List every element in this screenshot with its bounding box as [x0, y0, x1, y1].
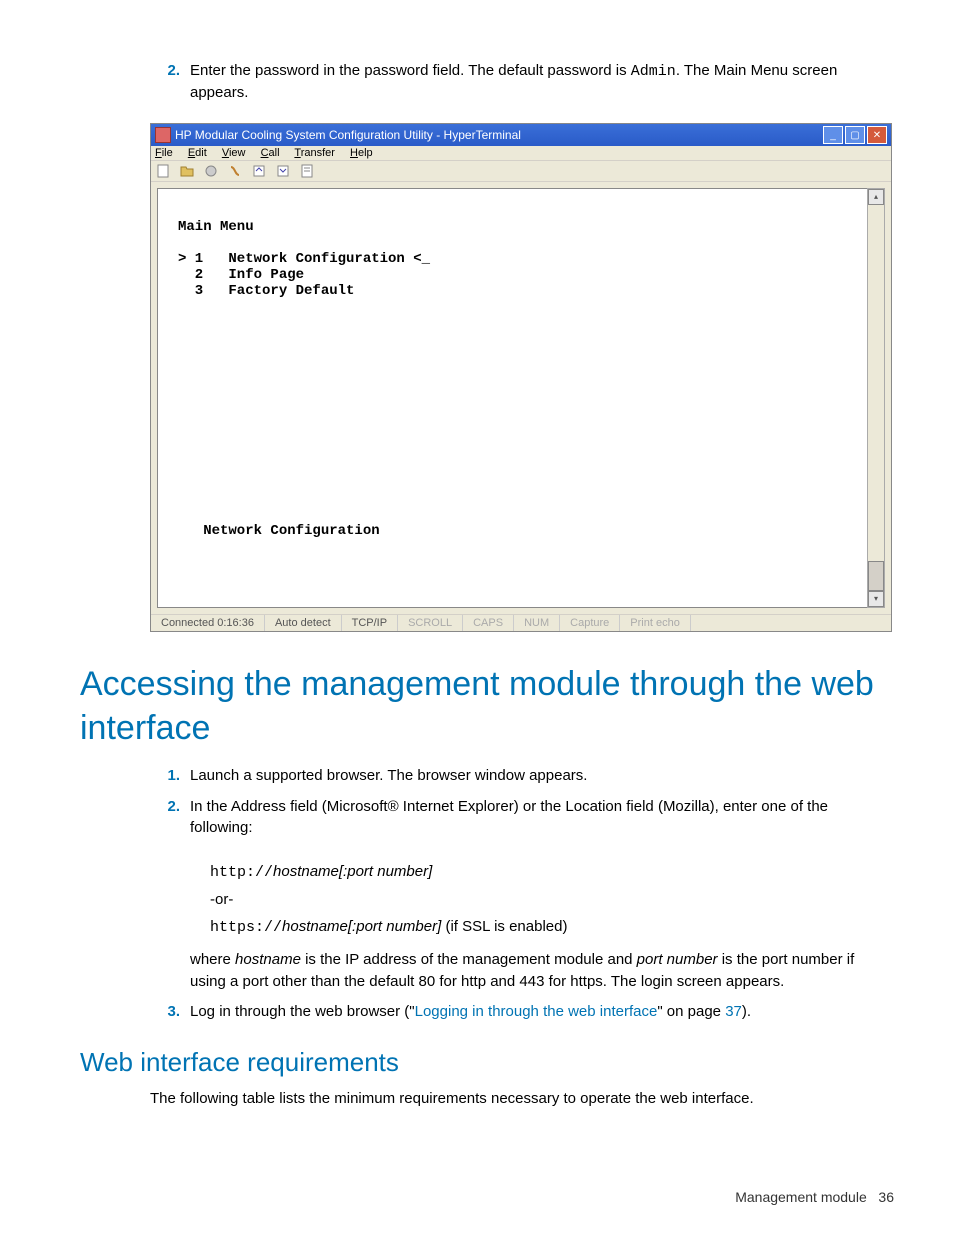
hyperterminal-window: HP Modular Cooling System Configuration …	[150, 123, 892, 632]
step-text: Launch a supported browser. The browser …	[190, 765, 587, 786]
status-autodetect: Auto detect	[265, 615, 342, 631]
where-text: where hostname is the IP address of the …	[190, 949, 894, 993]
menu-transfer[interactable]: Transfer	[294, 147, 335, 159]
menu-file[interactable]: File	[155, 147, 173, 159]
page-footer: Management module 36	[735, 1189, 894, 1205]
step-number: 2.	[150, 796, 190, 838]
properties-icon[interactable]	[299, 163, 315, 179]
step-number: 2.	[150, 60, 190, 103]
app-icon	[155, 127, 171, 143]
web-step-3: 3. Log in through the web browser ("Logg…	[150, 1001, 894, 1022]
url-https: https://hostname[:port number] (if SSL i…	[210, 913, 894, 941]
step-number: 3.	[150, 1001, 190, 1022]
status-printecho: Print echo	[620, 615, 691, 631]
status-caps: CAPS	[463, 615, 514, 631]
scroll-down-icon[interactable]: ▾	[868, 591, 884, 607]
window-title: HP Modular Cooling System Configuration …	[175, 128, 521, 142]
new-icon[interactable]	[155, 163, 171, 179]
menu-call[interactable]: Call	[261, 147, 280, 159]
web-step-1: 1. Launch a supported browser. The brows…	[150, 765, 894, 786]
step-text: In the Address field (Microsoft® Interne…	[190, 796, 894, 838]
scroll-up-icon[interactable]: ▴	[868, 189, 884, 205]
connect-icon[interactable]	[203, 163, 219, 179]
send-icon[interactable]	[251, 163, 267, 179]
menu-edit[interactable]: Edit	[188, 147, 207, 159]
heading-requirements: Web interface requirements	[80, 1047, 894, 1078]
step-2: 2. Enter the password in the password fi…	[150, 60, 894, 103]
menubar: File Edit View Call Transfer Help	[151, 146, 891, 161]
xref-login[interactable]: Logging in through the web interface	[415, 1003, 658, 1020]
menu-view[interactable]: View	[222, 147, 246, 159]
web-step-2: 2. In the Address field (Microsoft® Inte…	[150, 796, 894, 838]
terminal-output[interactable]: Main Menu > 1 Network Configuration <_ 2…	[157, 188, 885, 608]
req-text: The following table lists the minimum re…	[150, 1088, 894, 1110]
maximize-button[interactable]: ▢	[845, 126, 865, 144]
status-connected: Connected 0:16:36	[151, 615, 265, 631]
code-admin: Admin	[631, 63, 676, 80]
step-text: Enter the password in the password field…	[190, 60, 894, 103]
scroll-thumb[interactable]	[868, 561, 884, 591]
titlebar: HP Modular Cooling System Configuration …	[151, 124, 891, 146]
xref-page[interactable]: 37	[725, 1003, 742, 1020]
url-http: http://hostname[:port number]	[210, 858, 894, 886]
step-number: 1.	[150, 765, 190, 786]
status-num: NUM	[514, 615, 560, 631]
or-text: -or-	[210, 886, 894, 913]
receive-icon[interactable]	[275, 163, 291, 179]
minimize-button[interactable]: _	[823, 126, 843, 144]
toolbar	[151, 161, 891, 182]
close-button[interactable]: ✕	[867, 126, 887, 144]
menu-help[interactable]: Help	[350, 147, 373, 159]
heading-accessing: Accessing the management module through …	[80, 662, 894, 750]
status-scroll: SCROLL	[398, 615, 463, 631]
statusbar: Connected 0:16:36 Auto detect TCP/IP SCR…	[151, 614, 891, 631]
disconnect-icon[interactable]	[227, 163, 243, 179]
status-tcpip: TCP/IP	[342, 615, 398, 631]
step-text: Log in through the web browser ("Logging…	[190, 1001, 751, 1022]
scrollbar[interactable]: ▴ ▾	[867, 188, 885, 608]
status-capture: Capture	[560, 615, 620, 631]
open-icon[interactable]	[179, 163, 195, 179]
